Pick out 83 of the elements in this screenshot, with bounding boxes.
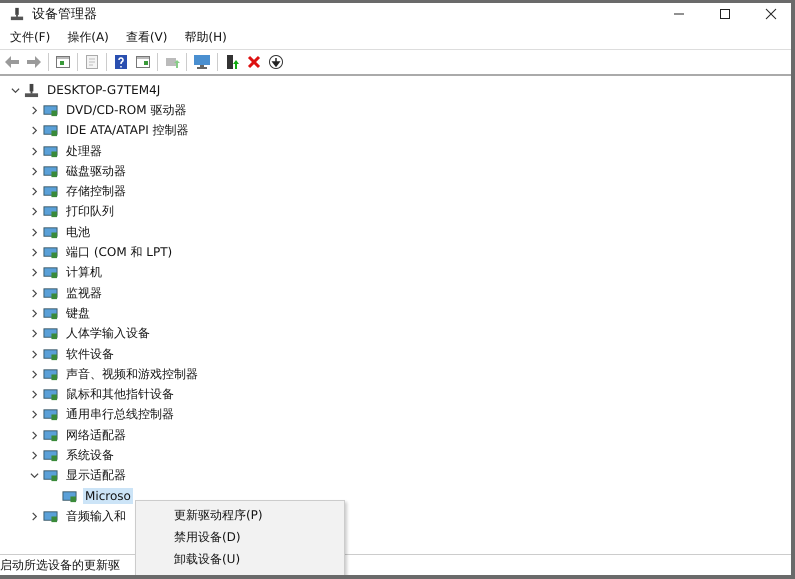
tree-item[interactable]: 音频输入和	[64, 506, 128, 526]
tree-item[interactable]: IDE ATA/ATAPI 控制器	[64, 121, 191, 140]
tree-item[interactable]: 鼠标和其他指针设备	[64, 385, 176, 404]
device-icon	[43, 164, 58, 179]
device-icon	[43, 468, 58, 484]
expand-chevron-icon[interactable]	[30, 450, 38, 460]
menu-item[interactable]: 查看(V)	[126, 28, 168, 46]
tree-item[interactable]: 软件设备	[64, 344, 116, 364]
expand-chevron-icon[interactable]	[30, 430, 38, 440]
expand-chevron-icon[interactable]	[30, 370, 38, 379]
collapse-chevron-icon[interactable]	[10, 86, 20, 95]
tree-item[interactable]: DVD/CD-ROM 驱动器	[64, 100, 188, 120]
tree-item[interactable]: 系统设备	[64, 446, 116, 465]
device-icon	[43, 184, 58, 200]
tree-item[interactable]: 网络适配器	[64, 426, 128, 445]
device-icon	[43, 366, 58, 382]
device-icon	[43, 508, 58, 524]
context-menu-item[interactable]: 卸载设备(U)	[136, 550, 344, 569]
device-icon	[43, 306, 58, 321]
status-text: 启动所选设备的更新驱	[0, 556, 120, 574]
device-icon	[43, 346, 58, 362]
device-icon	[43, 387, 58, 402]
menu-item[interactable]: 操作(A)	[67, 28, 109, 46]
menu-item[interactable]: 帮助(H)	[184, 28, 227, 46]
expand-chevron-icon[interactable]	[30, 288, 38, 298]
tree-item[interactable]: Microso	[83, 488, 133, 504]
computer-icon	[24, 82, 39, 98]
device-icon	[43, 245, 58, 260]
device-icon	[43, 407, 58, 422]
device-icon	[43, 286, 58, 301]
close-icon[interactable]	[765, 8, 777, 20]
tree-item[interactable]: 端口 (COM 和 LPT)	[64, 243, 174, 262]
tree-item[interactable]: 通用串行总线控制器	[64, 405, 176, 424]
window-title: 设备管理器	[32, 6, 97, 23]
tree-item[interactable]: 存储控制器	[64, 182, 128, 202]
tree-item[interactable]: 处理器	[64, 142, 104, 161]
tree-item[interactable]: 计算机	[64, 263, 104, 282]
monitor-icon[interactable]	[193, 54, 211, 70]
expand-chevron-icon[interactable]	[30, 410, 38, 420]
expand-chevron-icon[interactable]	[30, 106, 38, 115]
device-icon	[43, 448, 58, 463]
add-driver-icon[interactable]	[224, 54, 240, 70]
help-icon[interactable]	[113, 54, 129, 70]
device-icon	[43, 326, 58, 342]
action-pane-icon[interactable]	[135, 54, 151, 70]
tree-item[interactable]: 监视器	[64, 284, 104, 303]
device-icon	[43, 265, 58, 280]
expand-chevron-icon[interactable]	[30, 228, 38, 237]
expand-chevron-icon[interactable]	[30, 268, 38, 278]
expand-chevron-icon[interactable]	[30, 248, 38, 258]
expand-chevron-icon[interactable]	[30, 308, 38, 318]
device-icon	[43, 102, 58, 118]
device-icon	[43, 123, 58, 138]
expand-chevron-icon[interactable]	[30, 390, 38, 400]
menu-item[interactable]: 文件(F)	[10, 28, 50, 46]
device-icon	[43, 224, 58, 240]
tree-item[interactable]: 声音、视频和游戏控制器	[64, 364, 200, 384]
collapse-chevron-icon[interactable]	[30, 471, 38, 480]
tree-item[interactable]: 键盘	[64, 304, 92, 323]
device-icon	[43, 204, 58, 220]
expand-chevron-icon[interactable]	[30, 187, 38, 196]
console-tree-icon[interactable]	[55, 54, 71, 70]
tree-item[interactable]: 打印队列	[64, 202, 116, 222]
context-menu-item[interactable]: 更新驱动程序(P)	[136, 506, 344, 525]
device-icon	[62, 488, 77, 504]
maximize-icon[interactable]	[719, 8, 731, 20]
expand-chevron-icon[interactable]	[30, 166, 38, 176]
expand-chevron-icon[interactable]	[30, 126, 38, 136]
tree-item[interactable]: 磁盘驱动器	[64, 162, 128, 181]
device-icon	[43, 428, 58, 443]
expand-chevron-icon[interactable]	[30, 350, 38, 358]
device-icon	[43, 144, 58, 159]
expand-chevron-icon[interactable]	[30, 512, 38, 521]
tree-item[interactable]: DESKTOP-G7TEM4J	[45, 82, 162, 98]
tree-item[interactable]: 电池	[64, 222, 92, 242]
tree-item[interactable]: 人体学输入设备	[64, 324, 152, 344]
context-menu-item[interactable]: 禁用设备(D)	[136, 528, 344, 547]
computer-icon	[10, 7, 24, 21]
expand-chevron-icon[interactable]	[30, 146, 38, 156]
tree-item[interactable]: 显示适配器	[64, 466, 128, 486]
expand-chevron-icon[interactable]	[30, 329, 38, 338]
delete-icon[interactable]	[246, 54, 262, 70]
expand-chevron-icon[interactable]	[30, 207, 38, 216]
